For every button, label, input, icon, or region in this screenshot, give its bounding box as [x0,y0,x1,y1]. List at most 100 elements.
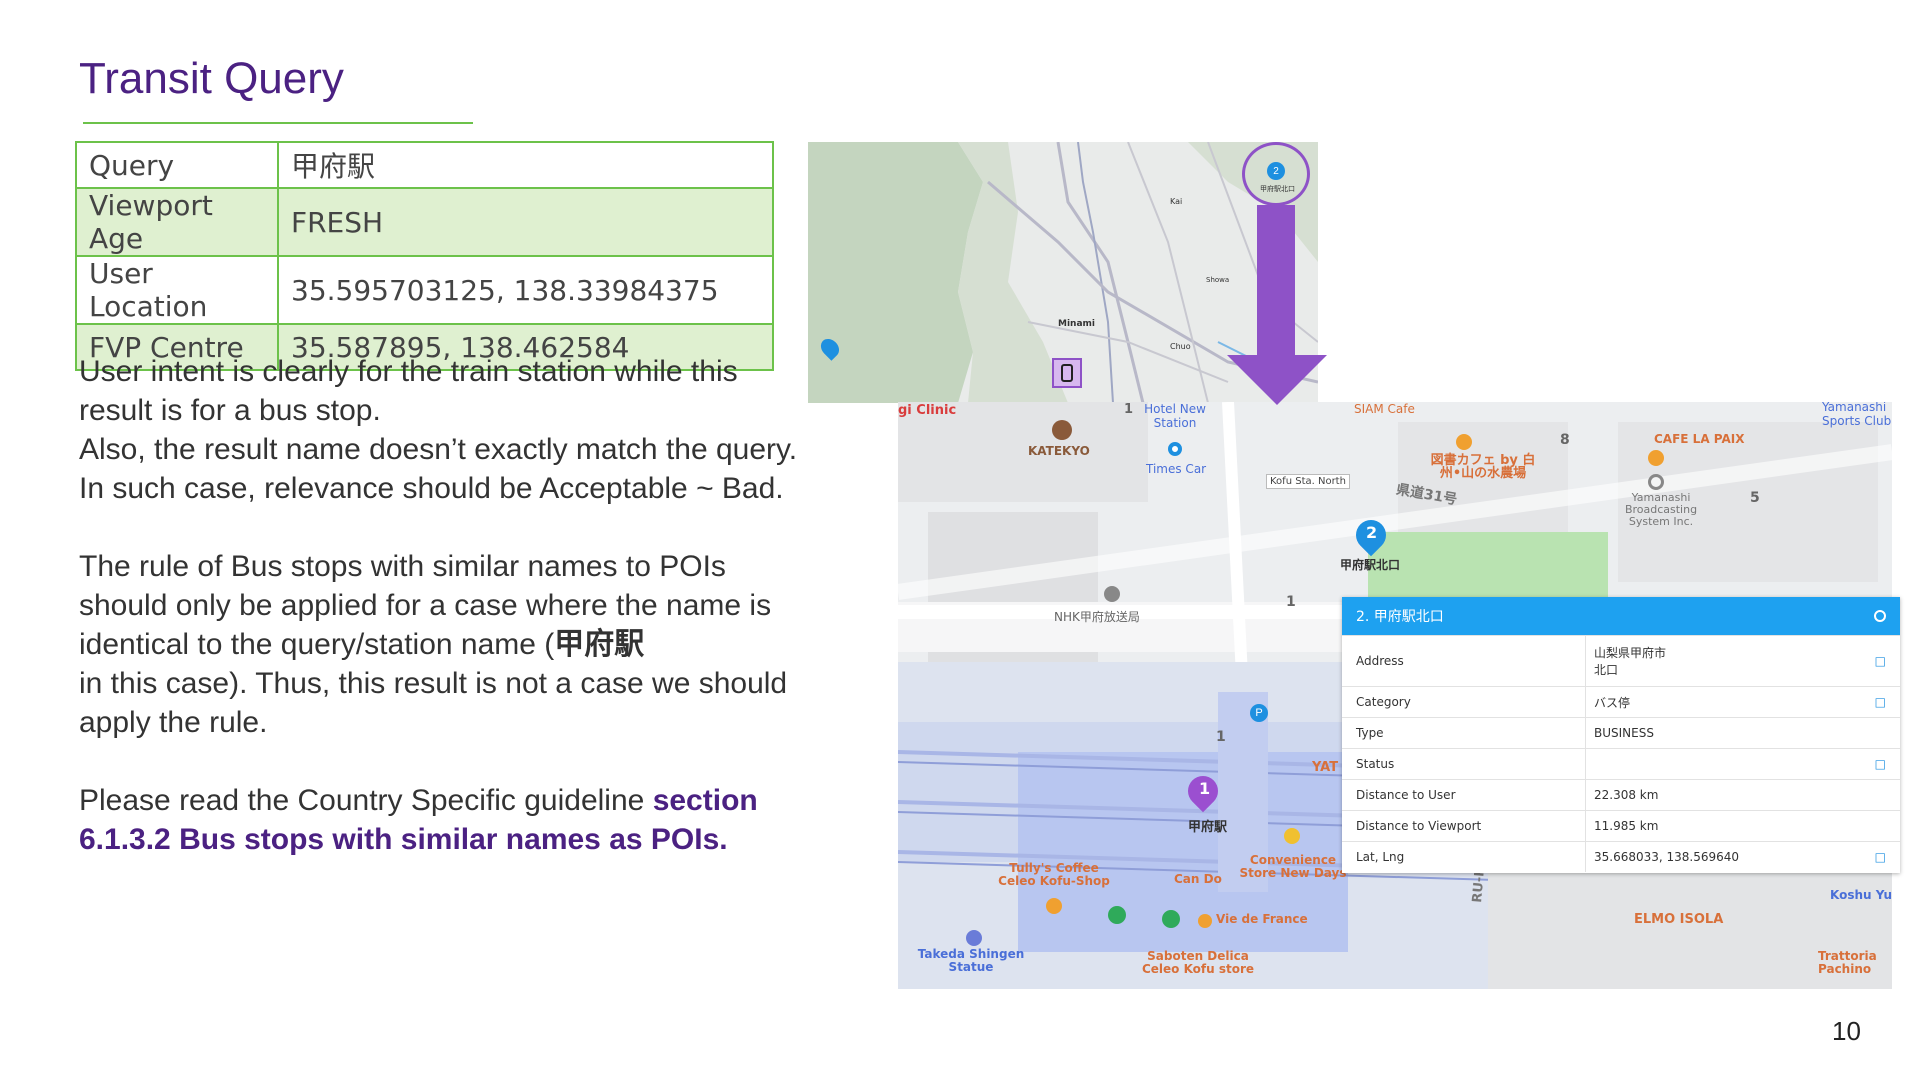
text-span: The rule of Bus stops with similar names… [79,550,772,661]
map-label: SIAM Cafe [1354,402,1415,416]
copy-icon[interactable]: □ [1875,695,1886,709]
map-label: ELMO ISOLA [1634,912,1724,927]
info-key: Type [1342,718,1586,748]
info-key: Distance to User [1342,780,1586,810]
table-value: FRESH [277,187,774,257]
address-line: 北口 [1594,663,1619,677]
map-label: 8 [1560,432,1570,448]
cafe-icon[interactable] [1456,434,1472,450]
map-label: 図書カフェ by 白州•山の水農場 [1430,453,1536,481]
bold-query: 甲府駅 [554,628,645,661]
phone-glyph-icon [1061,364,1073,382]
result-pin[interactable]: 2 [1267,162,1285,180]
cafe-icon[interactable] [1648,450,1664,466]
arrow-connector [1227,205,1327,405]
table-value: 甲府駅 [277,141,774,189]
broadcast-icon [1104,586,1120,602]
map-label: Koshu Yun [1830,888,1892,902]
map-label: 甲府駅北口 [1260,185,1295,193]
map-label: 1 [1216,729,1226,745]
map-label: 甲府駅北口 [1340,558,1401,572]
title-underline [83,122,473,124]
map-label: Hotel New Station [1144,402,1206,430]
info-key: Address [1342,636,1586,686]
slide-title: Transit Query [79,54,344,103]
close-icon[interactable] [1874,610,1886,622]
bus-stop-label[interactable]: Kofu Sta. North [1266,474,1350,489]
explanation-text: User intent is clearly for the train sta… [79,352,819,859]
map-label: KATEKYO [1028,444,1090,458]
info-row: Distance to Viewport 11.985 km [1342,810,1900,841]
cafe-icon[interactable] [1046,898,1062,914]
info-key: Distance to Viewport [1342,811,1586,841]
map-label: Chuo [1170,342,1191,351]
query-table: Query 甲府駅 Viewport Age FRESH User Locati… [75,141,774,371]
info-row: Lat, Lng 35.668033, 138.569640 □ [1342,841,1900,872]
info-key: Lat, Lng [1342,842,1586,872]
info-row: Category バス停 □ [1342,686,1900,717]
map-label: Yamanashi Broadcasting System Inc. [1624,491,1698,528]
info-key: Status [1342,749,1586,779]
parking-icon[interactable]: P [1250,704,1268,722]
map-label: Convenience Store New Days [1239,853,1347,880]
restaurant-icon[interactable] [1052,420,1072,440]
result-info-panel: 2. 甲府駅北口 Address 山梨県甲府市 北口 □ Category バス停… [1342,597,1900,873]
map-label: Vie de France [1216,912,1308,926]
map-label: 甲府駅 [1188,820,1228,835]
table-row: Query 甲府駅 [75,141,774,189]
info-row: Distance to User 22.308 km [1342,779,1900,810]
table-value: 35.595703125, 138.33984375 [277,255,774,325]
info-value: 山梨県甲府市 北口 [1586,644,1900,678]
info-header: 2. 甲府駅北口 [1342,597,1900,635]
table-key: Query [75,141,279,189]
table-key: Viewport Age [75,187,279,257]
map-label: Minami [1058,319,1095,329]
bakery-icon[interactable] [1198,914,1212,928]
map-label: CAFE LA PAIX [1654,432,1745,446]
map-label: Yamanashi Sports Club [1822,402,1892,428]
map-label: 1 [1124,402,1134,417]
parking-icon[interactable] [1168,442,1182,456]
map-label: Takeda Shingen Statue [917,947,1025,974]
pin-number: 1 [1199,779,1211,798]
copy-icon[interactable]: □ [1875,654,1886,668]
pin-number: 2 [1366,523,1378,542]
paragraph: User intent is clearly for the train sta… [79,355,738,427]
map-label: gi Clinic [898,403,957,418]
landmark-icon[interactable] [966,930,982,946]
shop-icon[interactable] [1284,828,1300,844]
info-row: Status □ [1342,748,1900,779]
paragraph: Please read the Country Specific guideli… [79,781,819,859]
transit-icon[interactable] [1162,910,1180,928]
info-key: Category [1342,687,1586,717]
table-key: User Location [75,255,279,325]
page-number: 10 [1832,1016,1861,1046]
copy-icon[interactable]: □ [1875,850,1886,864]
address-line: 山梨県甲府市 [1594,646,1667,660]
info-value: 11.985 km [1594,819,1659,833]
map-label: Saboten Delica Celeo Kofu store [1141,949,1255,976]
table-row: Viewport Age FRESH [75,187,774,257]
map-label: Kai [1170,197,1183,206]
info-value: BUSINESS [1594,726,1654,740]
transit-icon[interactable] [1108,906,1126,924]
map-label: YAT [1312,760,1339,775]
table-row: User Location 35.595703125, 138.33984375 [75,255,774,325]
map-label: Tully's Coffee Celeo Kofu-Shop [998,861,1110,888]
map-label: Showa [1206,276,1230,284]
map-label: NHK甲府放送局 [1054,610,1140,624]
info-value: バス停 [1594,695,1631,710]
info-row: Type BUSINESS [1342,717,1900,748]
building-icon [1648,474,1664,490]
paragraph: The rule of Bus stops with similar names… [79,547,819,742]
map-label: 1 [1286,594,1296,610]
info-value: 35.668033, 138.569640 [1594,850,1740,864]
map-label: Times Car [1146,462,1207,476]
phone-icon[interactable] [1052,358,1082,388]
map-label: Trattoria Pachino [1818,949,1877,976]
info-title: 2. 甲府駅北口 [1356,609,1444,625]
copy-icon[interactable]: □ [1875,757,1886,771]
text-span: Please read the Country Specific guideli… [79,784,653,817]
map-label: Can Do [1174,872,1222,886]
info-row: Address 山梨県甲府市 北口 □ [1342,635,1900,686]
